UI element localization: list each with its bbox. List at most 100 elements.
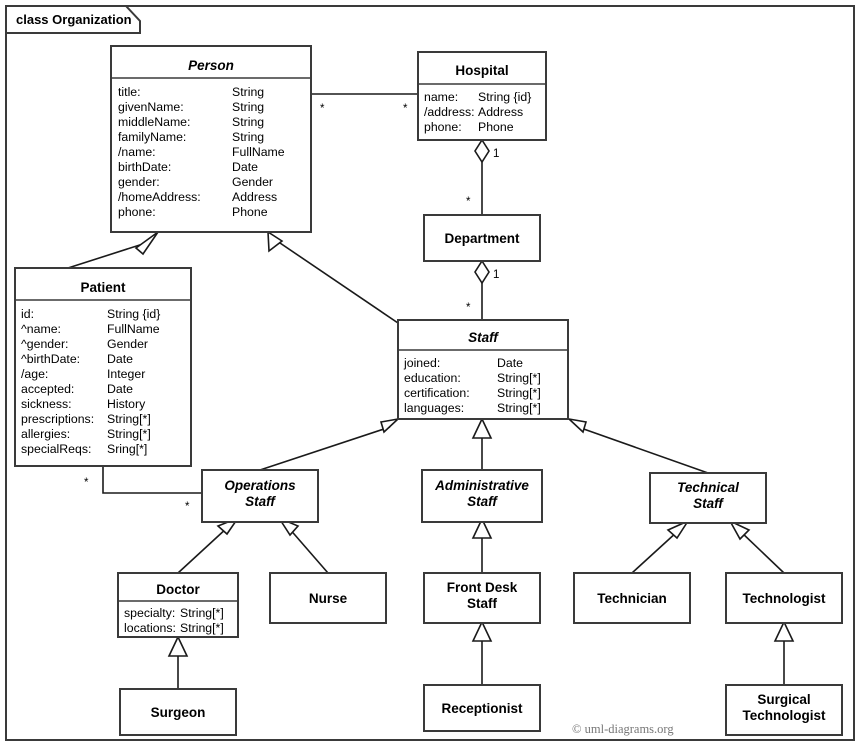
class-name-technical-staff-line2: Staff [693, 496, 724, 511]
attribute-name: /address: [424, 105, 475, 119]
attribute-name: ^name: [21, 322, 61, 336]
edge-patient-operations-staff [102, 466, 202, 494]
class-name-technician: Technician [597, 591, 667, 606]
class-box-administrative-staff[interactable]: Administrative Staff [421, 469, 543, 523]
class-box-hospital[interactable]: Hospital name: String {id} /address: Add… [417, 51, 547, 141]
attribute-name: birthDate: [118, 160, 171, 174]
attribute-type: String[*] [497, 401, 541, 415]
attribute-type: Phone [478, 120, 514, 134]
attribute-type: String [232, 85, 264, 99]
class-name-technologist: Technologist [743, 591, 827, 606]
class-name-technical-staff-line1: Technical [677, 480, 739, 495]
attribute-name: /age: [21, 367, 48, 381]
attribute-type: Sring[*] [107, 442, 147, 456]
attribute-type: Address [232, 190, 277, 204]
attribute-name: title: [118, 85, 141, 99]
class-name-operations-staff-line1: Operations [224, 478, 296, 493]
attribute-type: Gender [107, 337, 148, 351]
attribute-type: String[*] [180, 621, 224, 635]
attribute-name: middleName: [118, 115, 190, 129]
generalization-arrow-staff [267, 230, 284, 253]
class-name-surgeon: Surgeon [151, 705, 206, 720]
attribute-type: Date [497, 356, 523, 370]
attribute-name: familyName: [118, 130, 186, 144]
aggregation-diamond-hospital [474, 138, 490, 164]
class-box-staff[interactable]: Staff joined: Date education: String[*] … [397, 319, 569, 420]
class-box-surgeon[interactable]: Surgeon [119, 688, 237, 736]
class-box-technologist[interactable]: Technologist [725, 572, 843, 624]
uml-class-diagram: class Organization * * 1 * 1 * * * Perso… [0, 0, 860, 747]
edge-operations-staff-staff [259, 426, 391, 471]
class-box-technical-staff[interactable]: Technical Staff [649, 472, 767, 524]
attribute-type: Date [107, 382, 133, 396]
attribute-name: education: [404, 371, 461, 385]
attribute-name: prescriptions: [21, 412, 94, 426]
class-box-department[interactable]: Department [423, 214, 541, 262]
class-box-receptionist[interactable]: Receptionist [423, 684, 541, 732]
attribute-name: ^gender: [21, 337, 68, 351]
attribute-type: String[*] [497, 371, 541, 385]
class-name-nurse: Nurse [309, 591, 348, 606]
attribute-name: locations: [124, 621, 176, 635]
attribute-type: FullName [107, 322, 160, 336]
class-box-surgical-technologist[interactable]: Surgical Technologist [725, 684, 843, 736]
attribute-name: specialReqs: [21, 442, 91, 456]
attribute-type: Gender [232, 175, 273, 189]
edge-staff-person [279, 242, 399, 324]
edge-technician-technical-staff [631, 530, 679, 574]
class-name-patient: Patient [80, 280, 126, 295]
multiplicity-department-staff-whole: 1 [493, 269, 499, 281]
frame-title-label: class Organization [16, 12, 132, 27]
class-box-nurse[interactable]: Nurse [269, 572, 387, 624]
class-name-person: Person [188, 58, 234, 73]
class-box-operations-staff[interactable]: Operations Staff [201, 469, 319, 523]
attribute-name: sickness: [21, 397, 72, 411]
attribute-name: phone: [118, 205, 156, 219]
multiplicity-department-staff-part: * [466, 302, 471, 314]
attribute-name: ^birthDate: [21, 352, 80, 366]
class-box-person[interactable]: Person title: String givenName: String m… [110, 45, 312, 233]
class-name-doctor: Doctor [156, 582, 200, 597]
class-box-front-desk-staff[interactable]: Front Desk Staff [423, 572, 541, 624]
multiplicity-patient-doctor-source: * [84, 477, 89, 489]
class-box-technician[interactable]: Technician [573, 572, 691, 624]
attribute-name: id: [21, 307, 34, 321]
edge-technologist-technical-staff [739, 530, 785, 574]
class-name-administrative-staff-line1: Administrative [434, 478, 529, 493]
generalization-arrow-technical-staff [566, 417, 588, 434]
class-box-doctor[interactable]: Doctor specialty: String[*] locations: S… [117, 572, 239, 638]
generalization-arrow-administrative-staff [471, 417, 493, 439]
attribute-type: Phone [232, 205, 268, 219]
generalization-arrow-surgical-technologist [773, 620, 795, 642]
attribute-type: String [232, 130, 264, 144]
attribute-name: specialty: [124, 606, 175, 620]
attribute-name: gender: [118, 175, 160, 189]
aggregation-diamond-department [474, 259, 490, 285]
attribute-type: Address [478, 105, 523, 119]
generalization-arrow-surgeon [167, 635, 189, 657]
attribute-name: phone: [424, 120, 462, 134]
class-name-surgical-technologist-line2: Technologist [743, 708, 827, 723]
class-name-front-desk-staff-line2: Staff [467, 596, 498, 611]
attribute-type: String [232, 100, 264, 114]
attribute-name: /homeAddress: [118, 190, 201, 204]
generalization-arrow-receptionist [471, 620, 493, 642]
multiplicity-patient-doctor-target: * [185, 501, 190, 513]
generalization-arrow-patient [134, 231, 159, 256]
multiplicity-person-hospital-target: * [403, 103, 408, 115]
attribute-name: certification: [404, 386, 470, 400]
class-name-staff: Staff [468, 330, 499, 345]
attribute-name: joined: [403, 356, 440, 370]
attribute-type: Date [232, 160, 258, 174]
attribute-type: String[*] [497, 386, 541, 400]
class-name-department: Department [444, 231, 520, 246]
attribute-type: String {id} [478, 90, 531, 104]
attribute-type: String {id} [107, 307, 160, 321]
class-name-receptionist: Receptionist [441, 701, 523, 716]
class-box-patient[interactable]: Patient id: String {id} ^name: FullName … [14, 267, 192, 467]
attribute-type: String[*] [180, 606, 224, 620]
attribute-name: languages: [404, 401, 464, 415]
attribute-type: Date [107, 352, 133, 366]
class-name-administrative-staff-line2: Staff [467, 494, 498, 509]
edge-patient-person [67, 242, 147, 269]
